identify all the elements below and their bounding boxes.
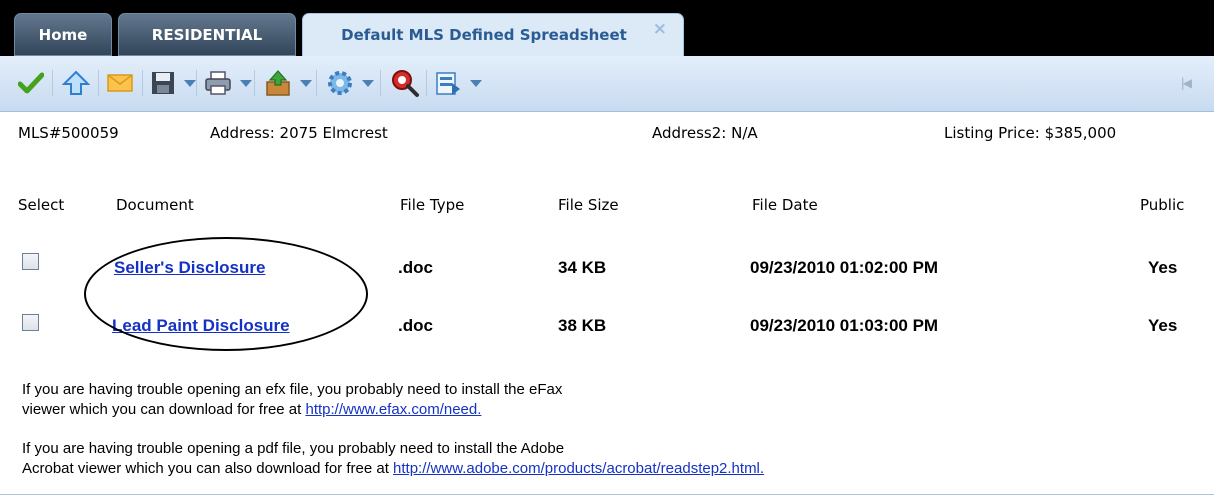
first-page-icon[interactable]: |◀ bbox=[1181, 76, 1192, 90]
pdf-note-line2: Acrobat viewer which you can also downlo… bbox=[22, 459, 764, 479]
efax-note: If you are having trouble opening an efx… bbox=[22, 380, 562, 420]
toolbar-separator bbox=[316, 70, 317, 96]
toolbar-separator bbox=[142, 70, 143, 96]
checkmark-button[interactable] bbox=[18, 68, 44, 98]
pdf-note-line1: If you are having trouble opening a pdf … bbox=[22, 440, 565, 457]
file-type: .doc bbox=[398, 258, 433, 277]
toolbar-separator bbox=[52, 70, 53, 96]
mls-number: MLS#500059 bbox=[18, 124, 119, 142]
tab-home-label: Home bbox=[38, 25, 88, 44]
file-size: 38 KB bbox=[558, 316, 607, 335]
column-header-select: Select bbox=[18, 196, 65, 214]
toolbar-separator bbox=[426, 70, 427, 96]
file-size: 34 KB bbox=[558, 258, 607, 277]
toolbar-separator bbox=[254, 70, 255, 96]
close-icon[interactable]: × bbox=[653, 19, 667, 39]
column-header-file-date: File Date bbox=[752, 196, 818, 214]
search-button[interactable] bbox=[390, 68, 420, 98]
tab-default-mls-spreadsheet[interactable]: Default MLS Defined Spreadsheet × bbox=[302, 13, 684, 56]
chevron-down-icon[interactable] bbox=[362, 79, 374, 87]
toolbar: |◀ bbox=[0, 56, 1214, 112]
toolbar-separator bbox=[380, 70, 381, 96]
select-checkbox[interactable] bbox=[22, 253, 39, 270]
home-arrow-icon bbox=[62, 70, 90, 95]
chevron-down-icon[interactable] bbox=[470, 79, 482, 87]
address: Address: 2075 Elmcrest bbox=[210, 124, 388, 142]
print-button[interactable] bbox=[204, 68, 252, 98]
file-type: .doc bbox=[398, 316, 433, 335]
envelope-icon bbox=[107, 74, 133, 92]
adobe-link[interactable]: http://www.adobe.com/products/acrobat/re… bbox=[393, 460, 764, 477]
bottom-border bbox=[0, 494, 1214, 495]
efax-link[interactable]: http://www.efax.com/need. bbox=[305, 401, 481, 418]
report-button[interactable] bbox=[434, 68, 482, 98]
report-icon bbox=[436, 72, 460, 95]
settings-button[interactable] bbox=[326, 68, 374, 98]
efax-note-line1: If you are having trouble opening an efx… bbox=[22, 381, 563, 398]
file-date: 09/23/2010 01:02:00 PM bbox=[750, 258, 939, 277]
tab-residential-label: RESIDENTIAL bbox=[151, 25, 263, 44]
tab-bar: Home RESIDENTIAL Default MLS Defined Spr… bbox=[0, 0, 1214, 56]
tab-active-label: Default MLS Defined Spreadsheet bbox=[341, 26, 627, 44]
save-button[interactable] bbox=[150, 68, 196, 98]
efax-note-line2: viewer which you can download for free a… bbox=[22, 400, 562, 420]
address2: Address2: N/A bbox=[652, 124, 758, 142]
select-checkbox[interactable] bbox=[22, 314, 39, 331]
public-flag: Yes bbox=[1148, 258, 1178, 277]
column-header-document: Document bbox=[116, 196, 194, 214]
gear-icon bbox=[328, 71, 352, 95]
toolbar-separator bbox=[98, 70, 99, 96]
email-button[interactable] bbox=[106, 68, 134, 98]
file-date: 09/23/2010 01:03:00 PM bbox=[750, 316, 939, 335]
checkmark-icon bbox=[18, 72, 44, 94]
export-icon bbox=[266, 70, 290, 96]
toolbar-separator bbox=[196, 70, 197, 96]
save-icon bbox=[152, 72, 174, 94]
pdf-note-text: Acrobat viewer which you can also downlo… bbox=[22, 460, 394, 477]
public-flag: Yes bbox=[1148, 316, 1178, 335]
efax-note-text: viewer which you can download for free a… bbox=[22, 401, 306, 418]
chevron-down-icon[interactable] bbox=[300, 79, 312, 87]
chevron-down-icon[interactable] bbox=[184, 79, 196, 87]
magnifier-icon bbox=[392, 70, 419, 97]
chevron-down-icon[interactable] bbox=[240, 79, 252, 87]
home-button[interactable] bbox=[62, 68, 90, 98]
column-header-public: Public bbox=[1140, 196, 1185, 214]
export-button[interactable] bbox=[264, 68, 312, 98]
column-header-file-type: File Type bbox=[400, 196, 465, 214]
highlight-ellipse bbox=[84, 237, 368, 351]
tab-home[interactable]: Home bbox=[14, 13, 112, 56]
column-header-file-size: File Size bbox=[558, 196, 619, 214]
pdf-note: If you are having trouble opening a pdf … bbox=[22, 439, 764, 479]
listing-price: Listing Price: $385,000 bbox=[944, 124, 1117, 142]
print-icon bbox=[205, 71, 231, 95]
tab-residential[interactable]: RESIDENTIAL bbox=[118, 13, 296, 56]
